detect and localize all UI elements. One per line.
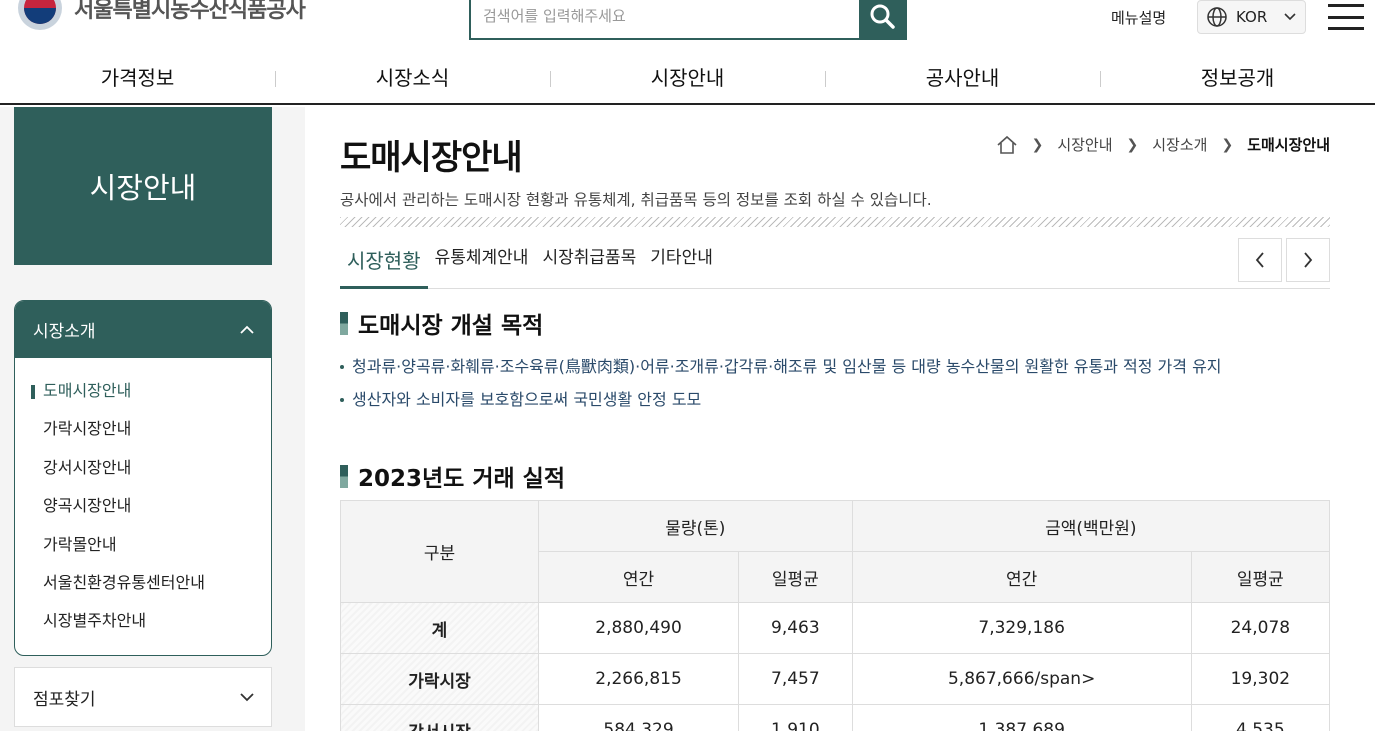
performance-table: 구분 물량(톤) 금액(백만원) 연간 일평균 연간 일평균 계 2,880,4… xyxy=(340,500,1331,731)
row-label: 강서시장 xyxy=(340,704,539,731)
table-cell: 1,387,689 xyxy=(851,704,1192,731)
chevron-down-icon xyxy=(240,693,254,702)
table-row: 가락시장 2,266,815 7,457 5,867,666/span> 19,… xyxy=(340,653,1331,705)
store-find-label: 점포찾기 xyxy=(33,689,96,710)
gnb-item-corp-guide[interactable]: 공사안내 xyxy=(825,52,1100,103)
table-subheader: 일평균 xyxy=(1190,551,1331,603)
divider xyxy=(340,217,1330,227)
table-row: 계 2,880,490 9,463 7,329,186 24,078 xyxy=(340,602,1331,654)
table-cell: 2,880,490 xyxy=(537,602,740,654)
sidebar-list: 도매시장안내 가락시장안내 강서시장안내 양곡시장안내 가락몰안내 서울친환경유… xyxy=(15,358,271,641)
sidebar-group-label: 시장소개 xyxy=(33,322,96,342)
purpose-list: 청과류·양곡류·화훼류·조수육류(鳥獸肉類)·어류·조개류·갑각류·해조류 및 … xyxy=(340,350,1222,416)
content-tabs: 시장현황 유통체계안내 시장취급품목 기타안내 xyxy=(340,236,1330,289)
chevron-down-icon xyxy=(1284,13,1296,21)
table-cell: 1,910 xyxy=(738,704,853,731)
chevron-right-icon: ❯ xyxy=(1221,136,1234,153)
table-cell: 9,463 xyxy=(738,602,853,654)
table-header-volume: 물량(톤) xyxy=(538,500,853,552)
hamburger-line xyxy=(1328,27,1364,30)
row-label: 가락시장 xyxy=(340,653,539,705)
tab-arrows xyxy=(1238,238,1330,282)
logo[interactable]: 서울특별시농수산식품공사 xyxy=(18,0,306,30)
sidebar-title: 시장안내 xyxy=(14,107,272,265)
gnb-item-market-guide[interactable]: 시장안내 xyxy=(550,52,825,103)
search-icon xyxy=(870,4,895,29)
hamburger-menu-button[interactable] xyxy=(1328,4,1364,30)
breadcrumb-item[interactable]: 시장소개 xyxy=(1152,134,1207,155)
sidebar-item-garak-market[interactable]: 가락시장안내 xyxy=(15,410,271,448)
table-cell: 7,457 xyxy=(738,653,853,705)
section-title-performance: 2023년도 거래 실적 xyxy=(340,459,565,493)
gnb-item-price-info[interactable]: 가격정보 xyxy=(0,52,275,103)
chevron-up-icon xyxy=(240,325,254,334)
tab-next-button[interactable] xyxy=(1286,238,1330,282)
table-cell: 584,329 xyxy=(537,704,740,731)
breadcrumb-current: 도매시장안내 xyxy=(1247,136,1330,154)
chevron-right-icon: ❯ xyxy=(1126,136,1139,153)
gnb-item-disclosure[interactable]: 정보공개 xyxy=(1100,52,1375,103)
breadcrumb-item[interactable]: 시장안내 xyxy=(1057,134,1112,155)
chevron-right-icon xyxy=(1304,252,1313,268)
table-subheader: 일평균 xyxy=(738,551,853,603)
list-item: 청과류·양곡류·화훼류·조수육류(鳥獸肉類)·어류·조개류·갑각류·해조류 및 … xyxy=(340,350,1222,383)
table-cell: 4,535 xyxy=(1190,704,1331,731)
language-select[interactable]: KOR xyxy=(1197,0,1306,34)
table-cell: 24,078 xyxy=(1190,602,1331,654)
sidebar-item-parking[interactable]: 시장별주차안내 xyxy=(15,602,271,640)
org-name: 서울특별시농수산식품공사 xyxy=(74,0,306,23)
menu-guide-link[interactable]: 메뉴설명 xyxy=(1111,7,1166,28)
section-title-purpose: 도매시장 개설 목적 xyxy=(340,306,543,340)
breadcrumb: ❯ 시장안내 ❯ 시장소개 ❯ 도매시장안내 xyxy=(996,134,1330,155)
table-subheader: 연간 xyxy=(851,551,1192,603)
hamburger-line xyxy=(1328,4,1364,7)
chevron-left-icon xyxy=(1255,252,1264,268)
search-button[interactable] xyxy=(859,0,905,38)
hamburger-line xyxy=(1328,15,1364,19)
list-item: 생산자와 소비자를 보호함으로써 국민생활 안정 도모 xyxy=(340,383,1222,416)
table-header-category: 구분 xyxy=(340,500,539,603)
sidebar-item-gangseo-market[interactable]: 강서시장안내 xyxy=(15,449,271,487)
table-row: 강서시장 584,329 1,910 1,387,689 4,535 xyxy=(340,704,1331,731)
tab-market-status[interactable]: 시장현황 xyxy=(340,236,428,289)
chevron-right-icon: ❯ xyxy=(1031,136,1044,153)
tab-other[interactable]: 기타안내 xyxy=(643,236,720,288)
globe-icon xyxy=(1207,7,1227,27)
tab-items[interactable]: 시장취급품목 xyxy=(535,236,643,288)
sidebar-item-garak-mall[interactable]: 가락몰안내 xyxy=(15,526,271,564)
sidebar-item-wholesale-market[interactable]: 도매시장안내 xyxy=(15,372,271,410)
sidebar-submenu: 시장소개 도매시장안내 가락시장안내 강서시장안내 양곡시장안내 가락몰안내 서… xyxy=(14,300,272,656)
table-subheader: 연간 xyxy=(537,551,740,603)
home-icon[interactable] xyxy=(996,135,1018,155)
store-find-toggle[interactable]: 점포찾기 xyxy=(14,667,272,727)
page-description: 공사에서 관리하는 도매시장 현황과 유통체계, 취급품목 등의 정보를 조회 … xyxy=(340,191,932,209)
tab-distribution[interactable]: 유통체계안내 xyxy=(428,236,536,288)
search-input[interactable] xyxy=(471,0,859,38)
sidebar-item-grain-market[interactable]: 양곡시장안내 xyxy=(15,487,271,525)
sidebar-group-toggle[interactable]: 시장소개 xyxy=(15,301,271,358)
page-title: 도매시장안내 xyxy=(340,138,523,178)
language-value: KOR xyxy=(1236,8,1268,26)
table-cell: 2,266,815 xyxy=(537,653,740,705)
sidebar-item-eco-center[interactable]: 서울친환경유통센터안내 xyxy=(15,564,271,602)
table-cell: 5,867,666/span> xyxy=(851,653,1192,705)
table-cell: 7,329,186 xyxy=(851,602,1192,654)
tab-prev-button[interactable] xyxy=(1238,238,1282,282)
logo-emblem-icon xyxy=(18,0,62,30)
table-cell: 19,302 xyxy=(1190,653,1331,705)
table-header-amount: 금액(백만원) xyxy=(851,500,1331,552)
row-label: 계 xyxy=(340,602,539,654)
global-nav: 가격정보 시장소식 시장안내 공사안내 정보공개 xyxy=(0,52,1375,105)
gnb-item-market-news[interactable]: 시장소식 xyxy=(275,52,550,103)
search-bar xyxy=(469,0,907,40)
